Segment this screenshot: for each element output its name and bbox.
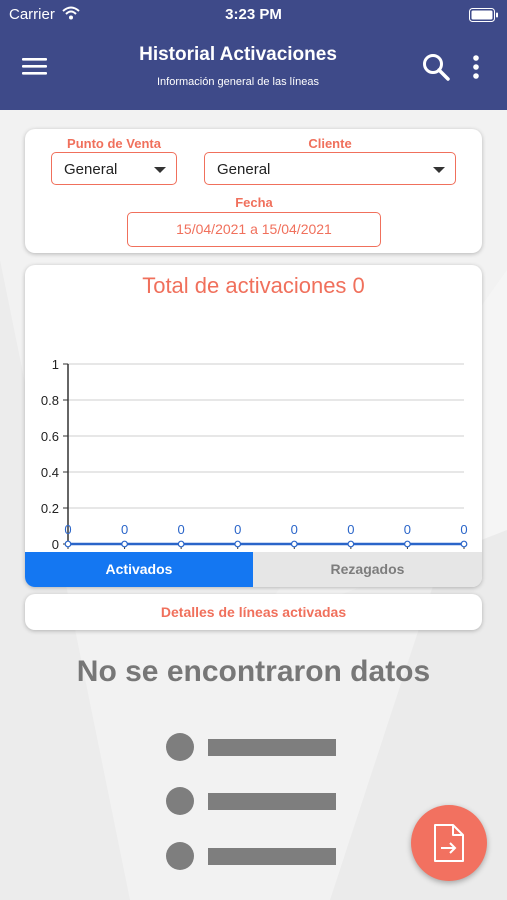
- y-tick-label: 0.4: [41, 465, 59, 480]
- data-label: 0: [404, 522, 411, 537]
- fecha-label: Fecha: [235, 195, 273, 210]
- data-point: [460, 540, 468, 548]
- data-label: 0: [121, 522, 128, 537]
- tabs: Activados Rezagados: [25, 552, 482, 587]
- y-tick-label: 1: [52, 357, 59, 372]
- more-vert-icon[interactable]: [472, 54, 480, 85]
- data-point: [290, 540, 298, 548]
- punto-venta-select[interactable]: General: [51, 152, 177, 185]
- cliente-select[interactable]: General: [204, 152, 456, 185]
- data-point: [404, 540, 411, 548]
- page-title: Historial Activaciones: [139, 44, 337, 65]
- data-label: 0: [460, 522, 467, 537]
- caret-down-icon: [154, 167, 166, 173]
- data-label: 0: [178, 522, 185, 537]
- data-point: [121, 540, 128, 548]
- cliente-value: General: [217, 161, 271, 178]
- tab-rezagados[interactable]: Rezagados: [253, 552, 482, 587]
- punto-venta-label: Punto de Venta: [67, 136, 161, 151]
- y-tick-label: 0.8: [41, 393, 59, 408]
- details-card[interactable]: Detalles de líneas activadas: [25, 594, 482, 630]
- data-point: [64, 540, 72, 548]
- page-subtitle: Información general de las líneas: [156, 76, 320, 88]
- fecha-field[interactable]: 15/04/2021 a 15/04/2021: [127, 212, 381, 247]
- data-label: 0: [234, 522, 241, 537]
- chart-card: Total de activaciones 0 1 0.8 0.6 0.4 0.2 0 0 0…: [25, 265, 482, 587]
- punto-venta-value: General: [64, 161, 118, 178]
- data-label: 0: [64, 522, 71, 537]
- y-tick-label: 0: [52, 537, 59, 552]
- placeholder-dot: [166, 842, 194, 870]
- export-button[interactable]: [411, 805, 487, 881]
- status-time: 3:23 PM: [225, 6, 282, 23]
- data-label: 0: [347, 522, 354, 537]
- data-point: [234, 540, 242, 548]
- placeholder-bar: [208, 793, 336, 810]
- caret-down-icon: [433, 167, 445, 173]
- details-label: Detalles de líneas activadas: [160, 604, 347, 620]
- filters-card: Punto de Venta General Cliente General F…: [25, 129, 482, 253]
- file-export-icon: [434, 824, 464, 862]
- battery-icon: [469, 8, 499, 27]
- app-bar: Historial Activaciones Información gener…: [0, 30, 507, 110]
- y-tick-label: 0.6: [41, 429, 59, 444]
- cliente-label: Cliente: [308, 136, 352, 151]
- data-label: 0: [291, 522, 298, 537]
- tab-activados[interactable]: Activados: [25, 552, 253, 587]
- empty-state-message: No se encontraron datos: [76, 655, 431, 688]
- data-point: [347, 540, 355, 548]
- search-icon[interactable]: [421, 52, 451, 87]
- placeholder-bar: [208, 739, 336, 756]
- placeholder-dot: [166, 787, 194, 815]
- data-point: [177, 540, 185, 548]
- activations-chart: 10.80.60.40.200 0 0 0 0 0 0 0: [41, 357, 468, 552]
- placeholder-bar: [208, 848, 336, 865]
- placeholder-dot: [166, 733, 194, 761]
- y-tick-label: 0.2: [41, 501, 59, 516]
- status-bar: Carrier 3:23 PM: [0, 0, 507, 30]
